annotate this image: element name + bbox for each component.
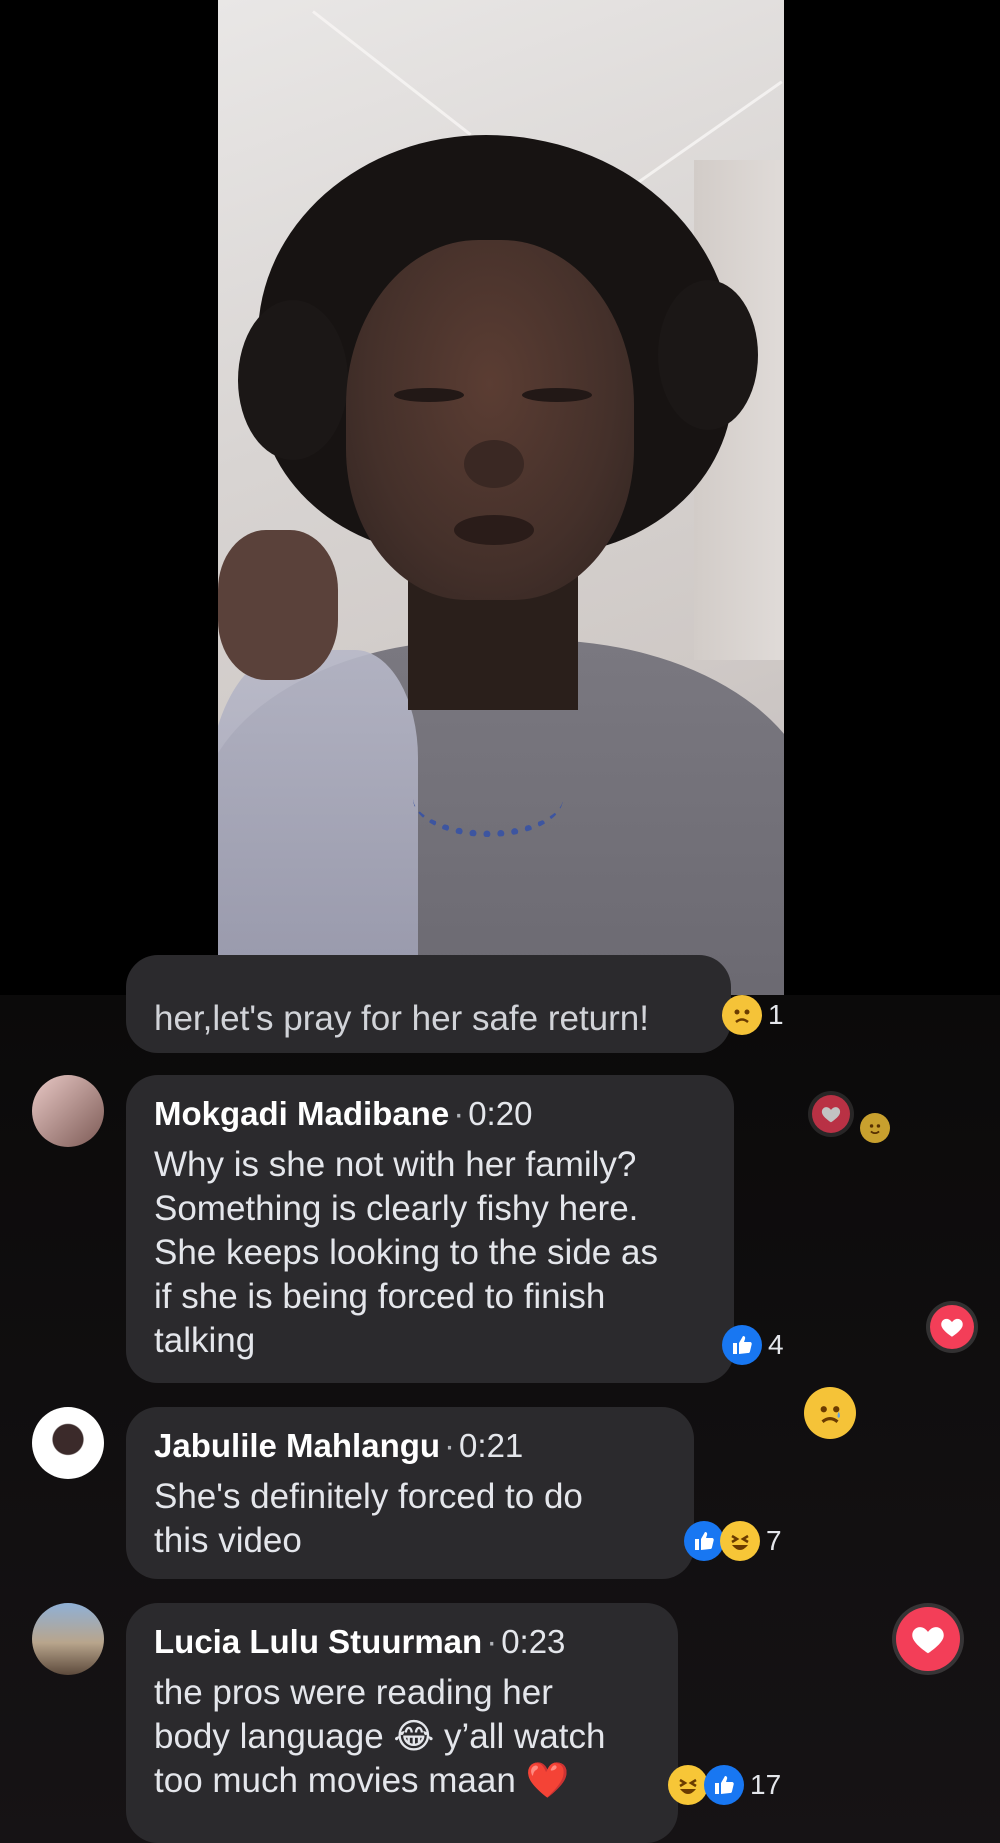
comment-text: She's definitely forced to do this video [154,1475,583,1563]
comment-bubble[interactable]: Mokgadi Madibane · 0:20 Why is she not wit… [126,1075,734,1383]
avatar[interactable] [32,1407,104,1479]
avatar[interactable] [32,1603,104,1675]
comment-reactions[interactable]: 4 [722,1325,784,1365]
comment-author[interactable]: Jabulile Mahlangu [154,1427,440,1464]
comment-reactions[interactable]: 17 [668,1765,781,1805]
necklace [413,760,563,837]
floating-heart-icon [930,1305,974,1349]
shirt-highlight [218,650,418,995]
separator: · [486,1623,498,1660]
comment-timestamp[interactable]: 0:21 [459,1427,523,1464]
comment-line: this video [154,1521,302,1560]
comment-line: too much movies maan ❤️ [154,1761,570,1800]
right-eye [522,388,592,402]
comment-author[interactable]: Lucia Lulu Stuurman [154,1623,482,1660]
live-comments-panel: her,let's pray for her safe return! 1 Mo… [0,955,1000,1843]
hair-curl [658,280,758,430]
comment-line: She keeps looking to the side as [154,1233,658,1272]
haha-icon [668,1765,708,1805]
like-icon [684,1521,724,1561]
like-icon [722,1325,762,1365]
nose [464,440,524,488]
comment-timestamp[interactable]: 0:23 [501,1623,565,1660]
comment-line: body language 😂 y’all watch [154,1717,606,1756]
comment-author[interactable]: Mokgadi Madibane [154,1095,449,1132]
comment-bubble[interactable]: Lucia Lulu Stuurman · 0:23 the pros were r… [126,1603,678,1843]
comment-line: She's definitely forced to do [154,1477,583,1516]
left-eye [394,388,464,402]
separator: · [453,1095,465,1132]
comment-text: Why is she not with her family? Somethin… [154,1143,658,1363]
comment-bubble[interactable]: Jabulile Mahlangu · 0:21 She's definitely … [126,1407,694,1579]
comment-bubble[interactable]: her,let's pray for her safe return! [126,955,731,1053]
comment-reactions[interactable]: 7 [684,1521,782,1561]
live-video-player[interactable] [0,0,1000,995]
comment-line: Something is clearly fishy here. [154,1189,639,1228]
comment-text: her,let's pray for her safe return! [154,999,649,1038]
comment-line: Why is she not with her family? [154,1145,637,1184]
comment-line: talking [154,1321,256,1360]
floating-sad-icon [804,1387,856,1439]
avatar[interactable] [32,1075,104,1147]
reaction-count: 17 [750,1769,782,1800]
like-icon [704,1765,744,1805]
haha-icon [720,1521,760,1561]
reaction-count: 7 [766,1525,782,1556]
comment-line: the pros were reading her [154,1673,553,1712]
reaction-count: 4 [768,1329,784,1360]
floating-heart-icon [896,1607,960,1671]
comment-reactions[interactable]: 1 [722,995,784,1035]
video-frame[interactable] [218,0,784,995]
comment-line: if she is being forced to finish [154,1277,606,1316]
hair-curl [238,300,348,460]
lips [454,515,534,545]
reaction-count: 1 [768,999,784,1030]
sad-care-icon [722,995,762,1035]
comment-timestamp[interactable]: 0:20 [468,1095,532,1132]
hand [218,530,338,680]
floating-heart-icon [812,1095,850,1133]
comment-text: the pros were reading her body language … [154,1671,605,1803]
ceiling-edge [312,10,472,136]
face [346,240,634,600]
separator: · [444,1427,456,1464]
floating-care-icon [860,1113,890,1143]
